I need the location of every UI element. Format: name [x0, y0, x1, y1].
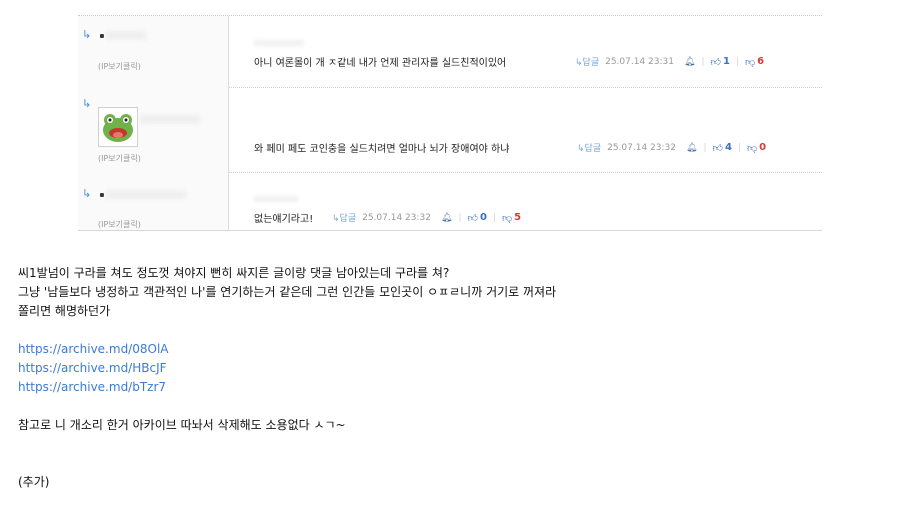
post-line: (추가) [18, 475, 50, 489]
comment-date: 25.07.14 23:31 [605, 56, 674, 67]
frog-avatar-image [103, 114, 133, 142]
upvote-count: 0 [479, 212, 487, 223]
comment-date: 25.07.14 23:32 [607, 142, 676, 153]
divider: | [735, 56, 739, 67]
ip-view-link[interactable]: (IP보기클릭) [98, 61, 141, 72]
nickname-blur [140, 115, 200, 124]
archive-link[interactable]: https://archive.md/bTzr7 [18, 378, 556, 397]
reply-button[interactable]: ↳답글 [332, 211, 356, 224]
comment-author-column: ↳ (IP보기클릭) [78, 16, 229, 87]
post-line: 참고로 니 개소리 한거 아카이브 따놔서 삭제해도 소용없다 ㅅㄱ~ [18, 418, 346, 432]
downvote-count: 6 [757, 56, 765, 67]
thumb-down-icon[interactable]: 👎︎ [745, 56, 755, 68]
comment-date: 25.07.14 23:32 [362, 212, 431, 223]
archive-link[interactable]: https://archive.md/08OlA [18, 340, 556, 359]
thumb-up-icon[interactable]: 👍︎ [467, 212, 477, 224]
frog-avatar [98, 107, 138, 147]
nickname-redacted [100, 193, 104, 197]
post-body: 씨1발넘이 구라를 쳐도 정도껏 쳐야지 뻔히 싸지른 글이랑 댓글 남아있는데… [18, 264, 556, 492]
comment-author-column: ↳ (IP보기클릭) [78, 87, 229, 172]
report-bell-icon[interactable]: 🔔︎ [684, 57, 695, 67]
thumb-up-icon[interactable]: 👍︎ [712, 142, 722, 154]
text-blur [254, 40, 304, 46]
nickname-blur [106, 190, 186, 199]
comment-row: ↳ (IP보기클릭) 없는얘기라고! ↳답글 25.07.14 23:32 🔔︎… [78, 172, 822, 230]
comment-row: ↳ (IP보기클릭) 와 페미 페도 코인충을 실드치려면 얼마나 뇌가 장애여… [78, 87, 822, 173]
comment-meta: ↳답글 25.07.14 23:31 🔔︎ | 👍︎ 1 | 👎︎ 6 [575, 55, 764, 68]
reply-button[interactable]: ↳답글 [575, 55, 599, 68]
reply-arrow-icon: ↳ [82, 187, 92, 200]
comment-meta: ↳답글 25.07.14 23:32 🔔︎ | 👍︎ 0 | 👎︎ 5 [332, 211, 521, 224]
thumb-down-icon[interactable]: 👎︎ [747, 142, 757, 154]
report-bell-icon[interactable]: 🔔︎ [441, 213, 452, 223]
archive-link[interactable]: https://archive.md/HBcJF [18, 359, 556, 378]
comment-text: 아니 여론몰이 개 ㅈ같네 내가 언제 관리자를 실드친적이있어 [254, 58, 507, 69]
upvote-count: 1 [722, 56, 730, 67]
divider: | [701, 56, 705, 67]
divider: | [458, 212, 462, 223]
downvote-count: 0 [759, 142, 767, 153]
nickname-redacted [100, 34, 104, 38]
comment-text: 와 페미 페도 코인충을 실드치려면 얼마나 뇌가 장애여야 하냐 [254, 144, 510, 155]
post-line: 씨1발넘이 구라를 쳐도 정도껏 쳐야지 뻔히 싸지른 글이랑 댓글 남아있는데… [18, 266, 450, 280]
report-bell-icon[interactable]: 🔔︎ [686, 143, 697, 153]
downvote-count: 5 [514, 212, 522, 223]
ip-view-link[interactable]: (IP보기클릭) [98, 153, 141, 164]
nickname-blur [106, 31, 146, 40]
divider: | [492, 212, 496, 223]
comment-text: 없는얘기라고! [254, 214, 314, 225]
post-line: 그냥 '남들보다 냉정하고 객관적인 나'를 연기하는거 같은데 그런 인간들 … [18, 285, 557, 299]
post-line: 쫄리면 해명하던가 [18, 304, 111, 318]
embedded-comment-screenshot: ↳ (IP보기클릭) 아니 여론몰이 개 ㅈ같네 내가 언제 관리자를 실드친적… [78, 15, 822, 231]
ip-view-link[interactable]: (IP보기클릭) [98, 219, 141, 230]
upvote-count: 4 [724, 142, 732, 153]
comment-row: ↳ (IP보기클릭) 아니 여론몰이 개 ㅈ같네 내가 언제 관리자를 실드친적… [78, 16, 822, 88]
text-blur [254, 196, 298, 202]
comment-meta: ↳답글 25.07.14 23:32 🔔︎ | 👍︎ 4 | 👎︎ 0 [577, 141, 766, 154]
divider: | [703, 142, 707, 153]
divider: | [737, 142, 741, 153]
reply-arrow-icon: ↳ [82, 28, 92, 41]
thumb-down-icon[interactable]: 👎︎ [502, 212, 512, 224]
reply-button[interactable]: ↳답글 [577, 141, 601, 154]
comment-author-column: ↳ (IP보기클릭) [78, 172, 229, 230]
thumb-up-icon[interactable]: 👍︎ [710, 56, 720, 68]
reply-arrow-icon: ↳ [82, 97, 92, 110]
